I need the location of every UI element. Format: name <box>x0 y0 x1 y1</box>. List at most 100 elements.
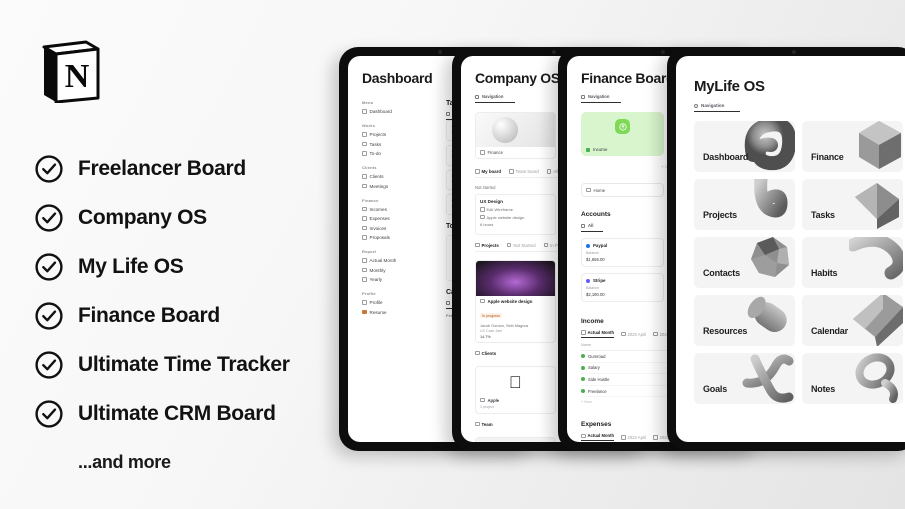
tab-my-board[interactable]: My board <box>475 169 501 174</box>
nav-card-calendar[interactable]: Calendar <box>802 295 903 346</box>
nav-card-resources[interactable]: Resources <box>694 295 795 346</box>
sidebar-item-proposals[interactable]: Proposals <box>362 235 436 240</box>
knot-3d-icon <box>741 353 795 404</box>
camera-dot-icon <box>438 50 442 54</box>
accounts-tab-all[interactable]: All <box>581 223 603 232</box>
paypal-icon <box>586 243 590 248</box>
camera-dot-icon <box>660 50 665 54</box>
table-icon <box>653 331 658 337</box>
sidebar-item-tasks[interactable]: Tasks <box>362 142 436 147</box>
tab-projects[interactable]: Projects <box>475 243 499 248</box>
tab-team-board[interactable]: Team board <box>509 169 539 174</box>
tab-actual-month[interactable]: Actual Month <box>581 433 615 442</box>
row-dot <box>581 365 585 370</box>
sidebar-item-invoices[interactable]: Invoices <box>362 226 436 231</box>
summary-card-income[interactable]: Income <box>581 112 664 156</box>
navigation-label: Navigation <box>482 94 504 99</box>
sidebar-item-projects[interactable]: Projects <box>362 132 436 137</box>
row-dot <box>581 389 585 394</box>
nav-card-habits[interactable]: Habits <box>802 237 903 288</box>
sidebar-item-actual-month[interactable]: Actual Month <box>362 258 436 263</box>
sidebar-item-label: Meetings <box>369 183 389 189</box>
nav-card-goals[interactable]: Goals <box>694 353 795 404</box>
people-icon <box>475 421 480 427</box>
tab-team[interactable]: Team <box>475 422 493 427</box>
list-item: Freelancer Board <box>34 144 334 193</box>
nav-card-contacts[interactable]: Contacts <box>694 237 795 288</box>
col-name: Name <box>581 343 592 347</box>
list-icon <box>546 169 552 174</box>
navigation-tab[interactable]: Navigation <box>581 94 621 103</box>
navigation-label: Navigation <box>701 103 725 108</box>
team-member-card[interactable]: Rose Bradley UX Designer 3 tasks <box>475 436 556 442</box>
kanban-column-not-started: Not started UX Design Edit Wireframe App… <box>475 185 556 235</box>
group-label: Menu <box>362 100 374 105</box>
sidebar-item-clients[interactable]: Clients <box>362 174 436 179</box>
nav-card-dashboard[interactable]: Dashboard <box>694 121 795 172</box>
pill-home[interactable]: Home <box>581 183 664 197</box>
sidebar-group-report: Report Actual Month Monthly Yearly <box>362 249 436 282</box>
card-label: Dashboard <box>703 152 749 162</box>
sidebar-item-incomes[interactable]: Incomes <box>362 207 436 212</box>
sidebar-item-label: Dashboard <box>369 109 392 114</box>
sidebar-item-profile[interactable]: Profile <box>362 300 436 305</box>
account-card[interactable]: Paypal Balance $1,656.00 <box>581 238 664 267</box>
sphere-3d-icon <box>492 117 518 143</box>
column-title: Not started <box>475 185 496 190</box>
navigation-tab[interactable]: Navigation <box>694 103 740 112</box>
project-people: Jacob Gordon, Seth Magnus <box>480 323 529 328</box>
sidebar-item-todo[interactable]: To-do <box>362 151 436 156</box>
tab-not-started[interactable]: Not Started <box>506 243 536 248</box>
sidebar-item-label: Projects <box>369 132 387 137</box>
list-item: Ultimate CRM Board <box>34 389 334 438</box>
sidebar-item-label: Actual Month <box>369 258 397 263</box>
feature-label: Company OS <box>78 205 207 229</box>
tab-actual-month[interactable]: Actual Month <box>581 330 615 338</box>
sidebar-item-meetings[interactable]: Meetings <box>362 184 436 189</box>
project-name: Apple website design <box>480 299 551 304</box>
navigation-tab[interactable]: Navigation <box>475 94 515 103</box>
dashboard-sidebar: Menu Dashboard Works Projects Tasks To-d… <box>362 100 436 324</box>
stripe-icon <box>586 278 590 283</box>
check-circle-icon <box>34 252 64 282</box>
account-card[interactable]: Stripe Balance $2,190.00 <box>581 273 664 302</box>
torus-3d-icon <box>741 121 795 172</box>
tab-clients[interactable]: Clients <box>475 351 496 356</box>
tab-2023-april[interactable]: 2023 April <box>621 433 646 441</box>
balance-label: Balance <box>586 286 599 290</box>
sidebar-item-monthly[interactable]: Monthly <box>362 268 436 273</box>
flag-icon <box>480 214 485 219</box>
table-icon <box>581 223 585 228</box>
hook-3d-icon <box>741 179 795 230</box>
sidebar-item-expenses[interactable]: Expenses <box>362 216 436 221</box>
nav-card-projects[interactable]: Projects <box>694 179 795 230</box>
client-card[interactable]:  Apple 1 project <box>475 365 556 414</box>
nav-card-finance[interactable]: Finance <box>802 121 903 172</box>
nav-card-notes[interactable]: Notes <box>802 353 903 404</box>
project-card[interactable]: Apple website design In progress Jacob G… <box>475 259 556 343</box>
tablet-stage: Dashboard Menu Dashboard Works Projects … <box>330 0 905 509</box>
sidebar-item-label: Yearly <box>369 277 383 282</box>
table-icon <box>653 435 658 440</box>
sidebar-item-dashboard[interactable]: Dashboard <box>362 109 436 114</box>
card-row: Apple website design <box>480 214 551 220</box>
spiral-3d-icon <box>849 353 903 404</box>
page-title: MyLife OS <box>694 78 765 95</box>
nav-card-tasks[interactable]: Tasks <box>802 179 903 230</box>
kanban-card[interactable]: UX Design Edit Wireframe Apple website d… <box>475 194 556 235</box>
sidebar-group-menu: Menu Dashboard <box>362 100 436 114</box>
sidebar-group-profile: Profile Profile Resume <box>362 291 436 315</box>
sidebar-item-label: To-do <box>369 151 382 156</box>
grid-icon <box>475 94 479 99</box>
arc-3d-icon <box>846 237 903 288</box>
card-label: Resources <box>703 326 748 336</box>
sidebar-item-resume[interactable]: Resume <box>362 310 436 315</box>
mylife-card-grid: Dashboard Finance Projects Tasks Contact… <box>694 121 903 404</box>
tab-2023-april[interactable]: 2023 April <box>621 330 646 338</box>
cylinder-3d-icon <box>741 295 795 346</box>
sidebar-item-yearly[interactable]: Yearly <box>362 277 436 282</box>
nav-card-finance[interactable]: Finance <box>475 112 556 159</box>
sidebar-item-label: Proposals <box>369 235 390 240</box>
card-label: Goals <box>703 384 728 394</box>
folder-icon <box>362 132 367 137</box>
